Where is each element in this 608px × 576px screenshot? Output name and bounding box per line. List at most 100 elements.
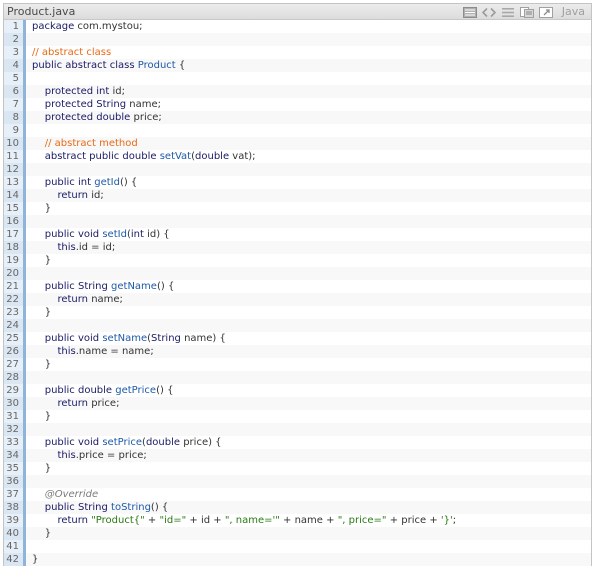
code-token: getPrice <box>115 385 157 396</box>
code-token: } <box>32 307 52 318</box>
code-token: public void <box>44 333 100 344</box>
line-number: 24 <box>4 319 26 332</box>
line-number: 30 <box>4 397 26 410</box>
line-number: 19 <box>4 254 26 267</box>
code-token: () { <box>156 385 174 396</box>
code-text: } <box>26 202 51 215</box>
line-number: 32 <box>4 423 26 436</box>
code-text: this.id = id; <box>26 241 115 254</box>
line-number: 14 <box>4 189 26 202</box>
line-number: 13 <box>4 176 26 189</box>
code-token: ", price=" <box>337 515 387 526</box>
code-token: name) { <box>180 333 226 344</box>
line-number: 11 <box>4 150 26 163</box>
code-text: protected int id; <box>26 85 125 98</box>
code-token: int <box>130 229 144 240</box>
code-text: public void setPrice(double price) { <box>26 436 222 449</box>
code-text: return price; <box>26 397 119 410</box>
code-line: 35 } <box>4 462 591 475</box>
code-token: public double <box>44 385 113 396</box>
code-token: } <box>32 203 52 214</box>
file-name: Product.java <box>7 5 76 18</box>
code-token: price; <box>88 398 120 409</box>
line-number: 23 <box>4 306 26 319</box>
line-number: 5 <box>4 72 26 85</box>
code-line: 6 protected int id; <box>4 85 591 98</box>
code-text: public void setName(String name) { <box>26 332 226 345</box>
line-number: 35 <box>4 462 26 475</box>
line-number: 6 <box>4 85 26 98</box>
line-number: 39 <box>4 514 26 527</box>
code-text: return name; <box>26 293 123 306</box>
line-number: 8 <box>4 111 26 124</box>
code-token: price; <box>130 112 162 123</box>
line-number: 20 <box>4 267 26 280</box>
code-text: // abstract method <box>26 137 138 150</box>
open-in-window-icon[interactable] <box>538 6 553 18</box>
code-viewer-titlebar: Product.java Java <box>4 4 591 20</box>
view-source-icon[interactable] <box>481 7 496 18</box>
code-viewer: Product.java Java 1 package com.mystou; 2 3… <box>3 3 592 566</box>
code-text: public void setId(int id) { <box>26 228 170 241</box>
code-token: id; <box>88 190 104 201</box>
code-token: toString <box>111 502 151 513</box>
line-number: 21 <box>4 280 26 293</box>
toggle-view-icon[interactable] <box>462 6 477 18</box>
line-number: 26 <box>4 345 26 358</box>
toggle-line-numbers-icon[interactable] <box>501 7 515 18</box>
code-line: 39 return "Product{" + "id=" + id + ", n… <box>4 514 591 527</box>
line-number: 27 <box>4 358 26 371</box>
code-token: setId <box>102 229 127 240</box>
code-toolbar: Java <box>462 5 585 19</box>
code-token: + price + <box>386 515 441 526</box>
code-token: name; <box>126 99 162 110</box>
line-number: 16 <box>4 215 26 228</box>
code-text: return id; <box>26 189 104 202</box>
code-line: 1 package com.mystou; <box>4 20 591 33</box>
line-number: 12 <box>4 163 26 176</box>
code-line: 9 <box>4 124 591 137</box>
line-number: 1 <box>4 20 26 33</box>
line-number: 34 <box>4 449 26 462</box>
code-token: protected int <box>44 86 110 97</box>
code-text: package com.mystou; <box>26 20 143 33</box>
code-token: return <box>57 190 89 201</box>
line-number: 38 <box>4 501 26 514</box>
copy-icon[interactable] <box>519 6 534 18</box>
code-token: setVat <box>159 151 192 162</box>
code-line: 26 this.name = name; <box>4 345 591 358</box>
code-line: 22 return name; <box>4 293 591 306</box>
code-line: 7 protected String name; <box>4 98 591 111</box>
code-text: public int getId() { <box>26 176 138 189</box>
code-line: 25 public void setName(String name) { <box>4 332 591 345</box>
code-line: 12 <box>4 163 591 176</box>
code-text: public double getPrice() { <box>26 384 174 397</box>
line-number: 17 <box>4 228 26 241</box>
code-line: 23 } <box>4 306 591 319</box>
code-line: 5 <box>4 72 591 85</box>
language-label: Java <box>561 5 585 18</box>
code-text: abstract public double setVat(double vat… <box>26 150 256 163</box>
code-text: } <box>26 527 51 540</box>
code-line: 13 public int getId() { <box>4 176 591 189</box>
line-number: 18 <box>4 241 26 254</box>
code-token: } <box>32 528 52 539</box>
code-token: "Product{" <box>91 515 145 526</box>
code-token: + id + <box>186 515 225 526</box>
code-token: id; <box>109 86 125 97</box>
line-number: 9 <box>4 124 26 137</box>
code-token: package <box>32 21 75 32</box>
